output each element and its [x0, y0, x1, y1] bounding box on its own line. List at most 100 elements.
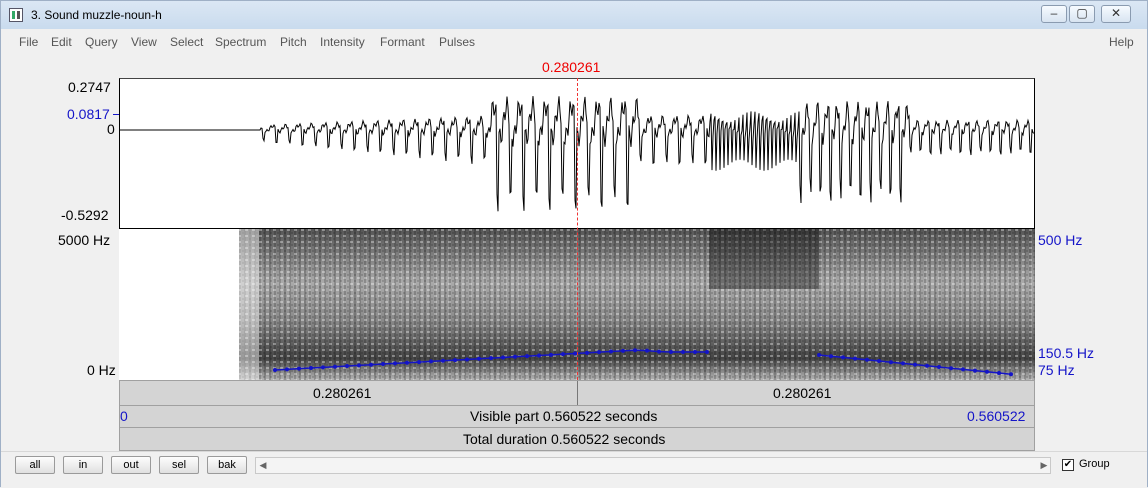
pitch-point	[537, 353, 541, 358]
menu-formant[interactable]: Formant	[380, 35, 425, 49]
menu-edit[interactable]: Edit	[51, 35, 72, 49]
pitch-point	[633, 348, 637, 353]
pitch-point	[817, 353, 821, 357]
pitch-point	[405, 360, 409, 365]
menu-bar: File Edit Query View Select Spectrum Pit…	[1, 33, 1147, 51]
zoom-selection-button[interactable]: sel	[159, 456, 199, 474]
pitch-bottom-label: 75 Hz	[1038, 362, 1075, 378]
pitch-point	[321, 365, 325, 370]
pitch-point	[309, 366, 313, 371]
pitch-point	[465, 357, 469, 362]
pitch-point	[369, 362, 373, 367]
cursor-time-label: 0.280261	[542, 59, 601, 75]
menu-help[interactable]: Help	[1109, 35, 1134, 49]
pitch-point	[489, 356, 493, 361]
total-duration-label: Total duration 0.560522 seconds	[463, 431, 666, 447]
pitch-point	[417, 360, 421, 365]
menu-pulses[interactable]: Pulses	[439, 35, 475, 49]
title-bar[interactable]: 3. Sound muzzle-noun-h – ▢ ✕	[1, 1, 1147, 29]
pitch-point	[333, 364, 337, 369]
spectrogram-top-label: 5000 Hz	[58, 232, 111, 248]
pitch-point	[925, 363, 929, 368]
pitch-point	[937, 365, 941, 369]
time-bar-right-label: 0.280261	[773, 385, 832, 401]
menu-query[interactable]: Query	[85, 35, 118, 49]
pitch-value-label: 150.5 Hz	[1038, 345, 1095, 361]
menu-file[interactable]: File	[19, 35, 38, 49]
menu-intensity[interactable]: Intensity	[320, 35, 365, 49]
pitch-point	[853, 356, 857, 361]
pitch-top-label: 500 Hz	[1038, 232, 1083, 248]
time-scrollbar[interactable]	[255, 457, 1051, 474]
time-bar-split	[577, 381, 578, 406]
spectrogram-onset-fade	[239, 229, 259, 381]
group-label: Group	[1079, 458, 1110, 470]
visible-start-label: 0	[120, 408, 128, 424]
pitch-point	[345, 364, 349, 369]
minimize-button[interactable]: –	[1041, 5, 1067, 23]
pitch-point	[549, 352, 553, 357]
pitch-point	[913, 362, 917, 367]
pitch-point	[657, 349, 661, 354]
window-title: 3. Sound muzzle-noun-h	[31, 8, 162, 22]
pitch-point	[841, 355, 845, 360]
pitch-point	[985, 369, 989, 374]
pitch-point	[381, 362, 385, 367]
pitch-point	[1009, 372, 1013, 377]
pitch-point	[393, 361, 397, 366]
pitch-point	[477, 356, 481, 361]
time-bar-left-label: 0.280261	[313, 385, 372, 401]
pitch-point	[669, 350, 673, 354]
pitch-point	[285, 367, 289, 372]
menu-view[interactable]: View	[131, 35, 157, 49]
pitch-point	[961, 367, 965, 372]
menu-spectrum[interactable]: Spectrum	[215, 35, 266, 49]
zoom-out-button[interactable]: out	[111, 456, 151, 474]
pitch-point	[297, 366, 301, 371]
spectrogram-texture	[239, 229, 1035, 381]
pitch-point	[585, 350, 589, 355]
pitch-point	[645, 348, 649, 353]
praat-sound-window: 3. Sound muzzle-noun-h – ▢ ✕ File Edit Q…	[0, 0, 1148, 488]
pitch-point	[597, 350, 601, 355]
scroll-left-icon[interactable]: ◀	[256, 457, 270, 474]
pitch-point	[513, 354, 517, 359]
pitch-point	[429, 359, 433, 364]
pitch-point	[357, 363, 361, 368]
zoom-back-button[interactable]: bak	[207, 456, 247, 474]
menu-select[interactable]: Select	[170, 35, 203, 49]
pitch-point	[973, 368, 977, 373]
menu-pitch[interactable]: Pitch	[280, 35, 307, 49]
pitch-point	[441, 358, 445, 363]
waveform-max-label: 0.2747	[68, 79, 111, 95]
waveform-cursor-value-label: 0.0817	[67, 106, 110, 122]
maximize-button[interactable]: ▢	[1069, 5, 1095, 23]
waveform-zero-label: 0	[107, 121, 115, 137]
pitch-point	[997, 371, 1001, 375]
pitch-point	[865, 357, 869, 362]
scroll-right-icon[interactable]: ▶	[1037, 457, 1051, 474]
pitch-point	[609, 349, 613, 354]
pitch-point	[901, 361, 905, 366]
pitch-point	[681, 350, 685, 354]
pitch-point	[693, 350, 697, 354]
zoom-in-button[interactable]: in	[63, 456, 103, 474]
pitch-point	[877, 359, 881, 363]
pitch-point	[949, 366, 953, 371]
pitch-point	[889, 360, 893, 365]
spectrogram-dark-region	[709, 229, 819, 289]
pitch-point	[561, 352, 565, 357]
pitch-point	[273, 368, 277, 372]
group-checkbox[interactable]: ✔	[1062, 459, 1074, 471]
pitch-point	[621, 348, 625, 353]
pitch-point	[501, 355, 505, 360]
zoom-all-button[interactable]: all	[15, 456, 55, 474]
pitch-point	[453, 358, 457, 363]
pitch-point	[829, 354, 833, 359]
cursor-line[interactable]	[577, 78, 578, 380]
waveform-min-label: -0.5292	[61, 207, 109, 223]
pitch-point	[705, 350, 709, 354]
praat-app-icon	[9, 8, 23, 22]
close-button[interactable]: ✕	[1101, 5, 1131, 23]
spectrogram-bottom-label: 0 Hz	[87, 362, 116, 378]
